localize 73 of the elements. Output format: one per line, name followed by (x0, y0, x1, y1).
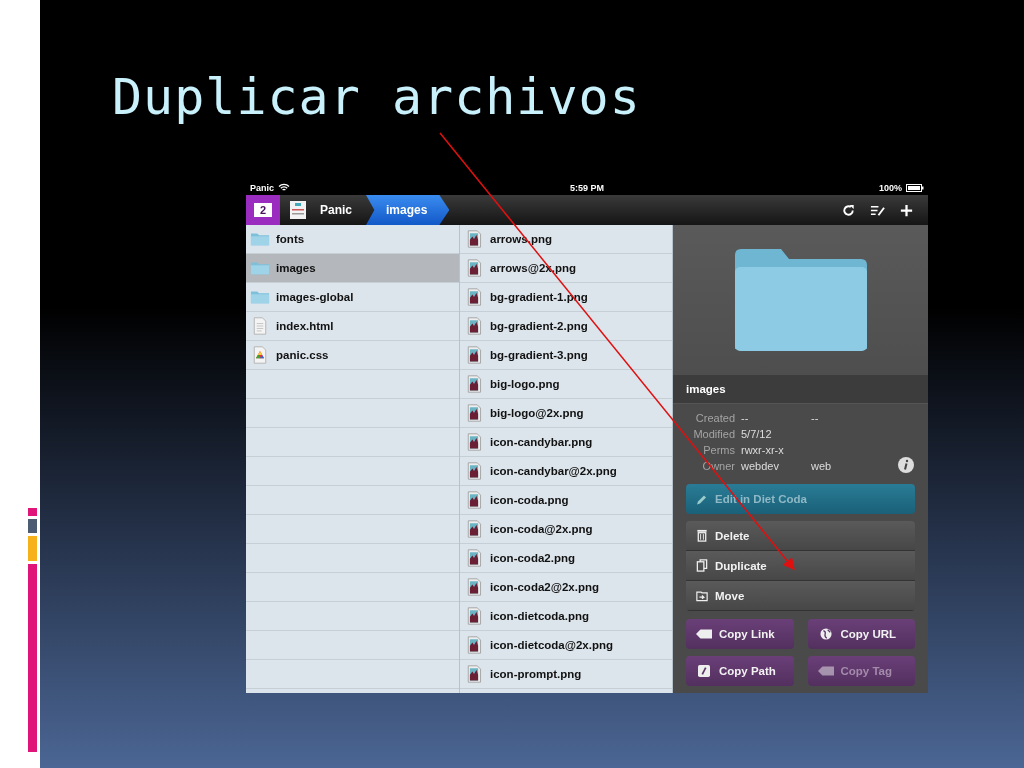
meta-value: web (811, 460, 832, 472)
file-name: bg-gradient-3.png (490, 349, 588, 361)
site-thumbnail-icon (290, 201, 306, 219)
file-row[interactable]: icon-dietcoda.png (460, 602, 672, 631)
status-time: 5:59 PM (570, 182, 604, 193)
trash-icon (696, 529, 708, 542)
tag-icon (817, 665, 834, 677)
tag-icon (696, 628, 712, 640)
meta-value: -- (811, 412, 819, 424)
file-row[interactable]: icon-candybar.png (460, 428, 672, 457)
details-title: images (673, 375, 928, 404)
app-badge[interactable]: 2 (246, 195, 280, 225)
copy-button[interactable]: Copy Link (686, 619, 794, 649)
meta-label: Created (694, 412, 736, 424)
file-row[interactable]: big-logo.png (460, 370, 672, 399)
accent-bar (28, 508, 37, 516)
copy-button[interactable]: Copy URL (807, 619, 915, 649)
file-name: icon-candybar.png (490, 436, 593, 448)
refresh-icon[interactable] (841, 202, 856, 218)
copy-button[interactable]: Copy Path (686, 656, 794, 686)
file-row[interactable]: bg-gradient-2.png (460, 312, 672, 341)
file-row[interactable]: images (246, 254, 459, 283)
file-name: icon-coda@2x.png (490, 523, 593, 535)
breadcrumb[interactable]: images (366, 195, 450, 225)
file-row[interactable]: big-logo@2x.png (460, 399, 672, 428)
meta-value: webdev (741, 460, 780, 472)
action-button[interactable]: Delete (686, 521, 915, 551)
file-row[interactable]: icon-candybar@2x.png (460, 457, 672, 486)
breadcrumb[interactable]: Panic (316, 195, 366, 225)
file-row[interactable]: index.html (246, 312, 459, 341)
folder-arrow-icon (696, 589, 708, 602)
file-row[interactable]: icon-coda.png (460, 486, 672, 515)
file-name: icon-coda2@2x.png (490, 581, 599, 593)
accent-bar (28, 519, 37, 533)
file-name: index.html (276, 320, 334, 332)
action-button[interactable]: Move (686, 581, 915, 611)
file-name: icon-coda.png (490, 494, 569, 506)
add-icon[interactable] (899, 202, 914, 218)
file-name: big-logo.png (490, 378, 560, 390)
meta-value: 5/7/12 (741, 428, 773, 440)
file-row[interactable]: icon-dietcoda@2x.png (460, 631, 672, 660)
file-name: icon-dietcoda@2x.png (490, 639, 614, 651)
file-row[interactable]: bg-gradient-3.png (460, 341, 672, 370)
file-name: icon-dietcoda.png (490, 610, 590, 622)
file-row[interactable]: icon-coda2.png (460, 544, 672, 573)
file-row[interactable]: icon-coda2@2x.png (460, 573, 672, 602)
file-name: panic.css (276, 349, 329, 361)
file-name: bg-gradient-2.png (490, 320, 588, 332)
info-icon[interactable] (898, 457, 914, 473)
meta-label: Modified (692, 428, 736, 440)
file-name: fonts (276, 233, 305, 245)
carrier-label: Panic (250, 182, 274, 193)
file-name: big-logo@2x.png (490, 407, 584, 419)
wifi-icon (278, 183, 290, 192)
file-name: images (276, 262, 316, 274)
meta-value: rwxr-xr-x (741, 444, 785, 456)
file-row[interactable]: panic.css (246, 341, 459, 370)
accent-bar (28, 536, 37, 561)
action-button[interactable]: Duplicate (686, 551, 915, 581)
battery-label: 100% (878, 182, 902, 193)
meta-label: Perms (702, 444, 736, 456)
file-row[interactable]: images-global (246, 283, 459, 312)
battery-icon (906, 183, 924, 192)
meta-value: -- (741, 412, 750, 424)
file-row[interactable]: icon-coda@2x.png (460, 515, 672, 544)
file-name: icon-candybar@2x.png (490, 465, 617, 477)
file-name: icon-coda2.png (490, 552, 575, 564)
file-name: images-global (276, 291, 354, 303)
slide-title: Duplicar archivos (112, 67, 642, 128)
file-name: icon-prompt.png (490, 668, 582, 680)
file-row[interactable]: icon-prompt.png (460, 660, 672, 689)
copy-icon (696, 559, 708, 572)
slash-icon (696, 665, 712, 677)
